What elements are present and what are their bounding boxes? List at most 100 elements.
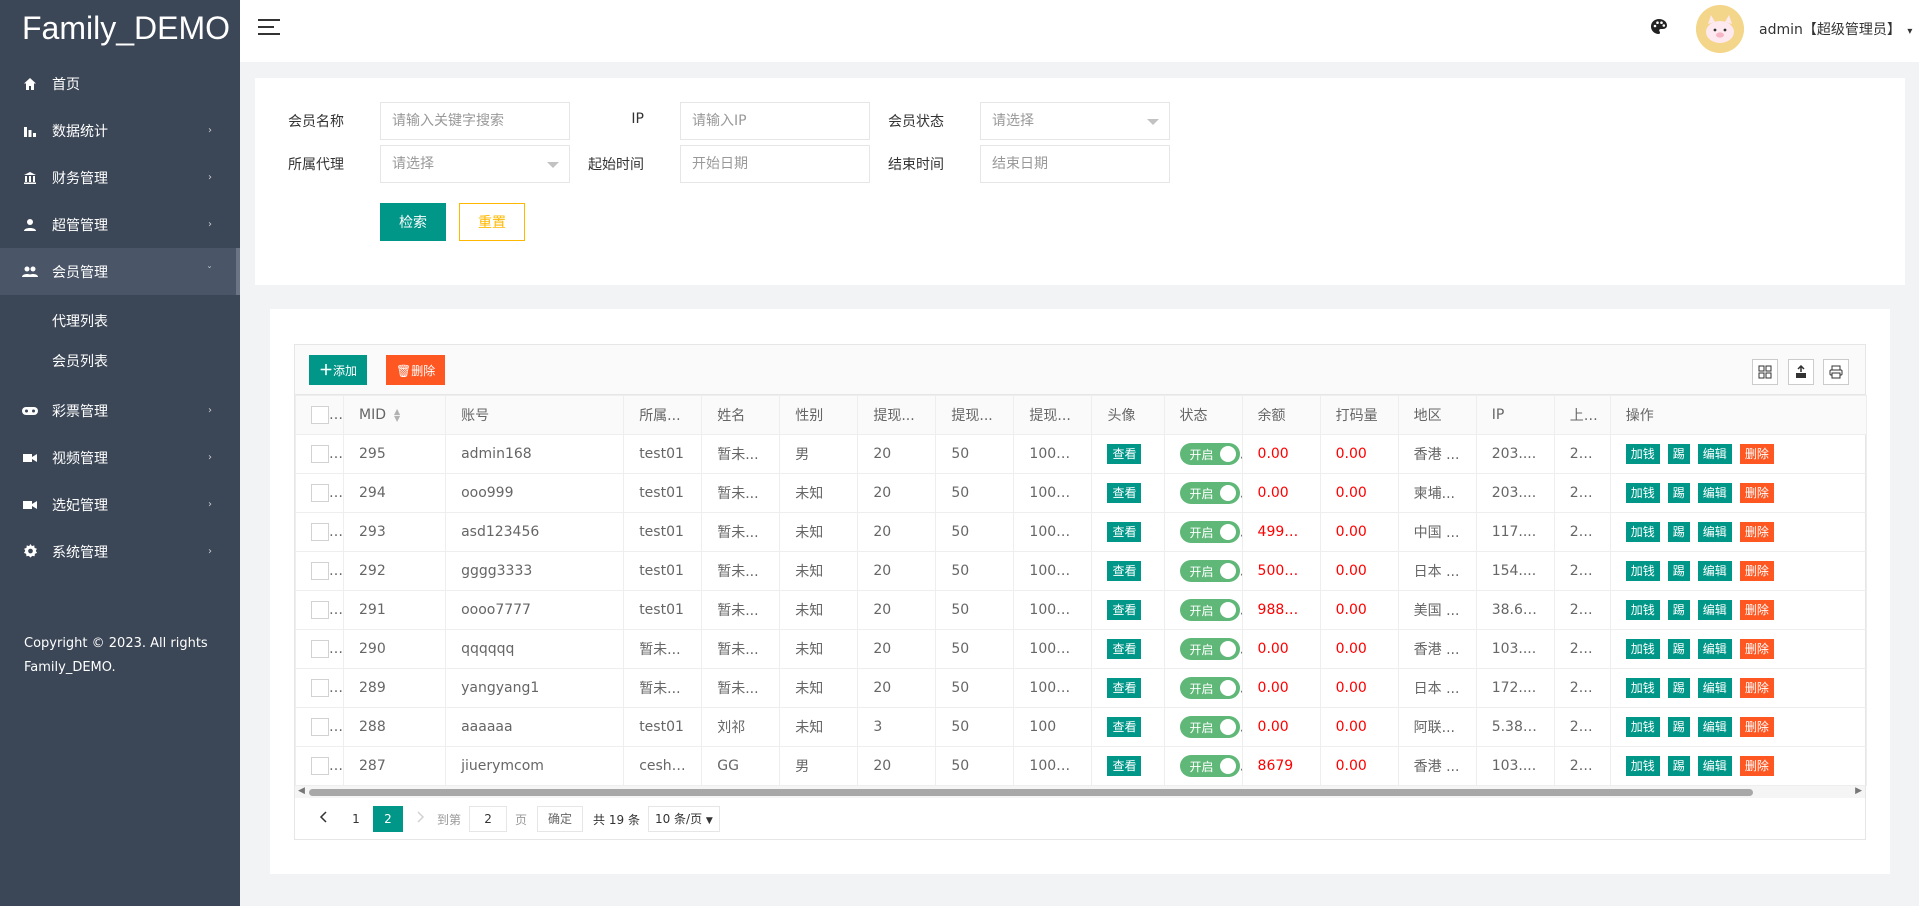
add-money-button[interactable]: 加钱 [1625, 756, 1660, 776]
kick-button[interactable]: 踢 [1667, 561, 1690, 581]
kick-button[interactable]: 踢 [1667, 483, 1690, 503]
sidebar-subitem-members[interactable]: 会员列表 [0, 341, 240, 381]
page-2[interactable]: 2 [373, 806, 403, 832]
edit-button[interactable]: 编辑 [1697, 600, 1732, 620]
row-checkbox[interactable] [311, 718, 329, 736]
edit-button[interactable]: 编辑 [1697, 522, 1732, 542]
add-money-button[interactable]: 加钱 [1625, 678, 1660, 698]
row-checkbox[interactable] [311, 445, 329, 463]
edit-button[interactable]: 编辑 [1697, 483, 1732, 503]
row-delete-button[interactable]: 删除 [1739, 483, 1774, 503]
sort-icon[interactable]: ▲ ▼ [394, 408, 400, 423]
status-toggle[interactable]: 开启 [1179, 755, 1240, 777]
status-toggle[interactable]: 开启 [1179, 716, 1240, 738]
goto-confirm-button[interactable]: 确定 [537, 806, 584, 832]
prev-page-icon[interactable] [309, 806, 339, 832]
ip-input[interactable]: 请输入IP [680, 102, 870, 140]
add-money-button[interactable]: 加钱 [1625, 522, 1660, 542]
page-size-select[interactable]: 10 条/页 ▼ [647, 806, 720, 832]
delete-button[interactable]: 🗑删除 [386, 355, 446, 385]
status-toggle[interactable]: 开启 [1179, 521, 1240, 543]
row-checkbox[interactable] [311, 523, 329, 541]
sidebar-item-stats[interactable]: 数据统计 › [0, 107, 240, 154]
sidebar-item-finance[interactable]: 财务管理 › [0, 154, 240, 201]
view-avatar-button[interactable]: 查看 [1107, 444, 1142, 464]
palette-icon[interactable] [1650, 18, 1668, 40]
scroll-right-icon[interactable]: ▶ [1855, 786, 1862, 796]
view-avatar-button[interactable]: 查看 [1107, 756, 1142, 776]
edit-button[interactable]: 编辑 [1697, 444, 1732, 464]
next-page-icon[interactable] [405, 806, 435, 832]
scrollbar-thumb[interactable] [309, 789, 1753, 796]
row-delete-button[interactable]: 删除 [1739, 600, 1774, 620]
print-icon[interactable] [1823, 359, 1849, 385]
sidebar-subitem-agents[interactable]: 代理列表 [0, 301, 240, 341]
sidebar-item-select[interactable]: 选妃管理 › [0, 481, 240, 528]
add-money-button[interactable]: 加钱 [1625, 600, 1660, 620]
add-money-button[interactable]: 加钱 [1625, 561, 1660, 581]
row-checkbox[interactable] [311, 757, 329, 775]
sidebar-item-system[interactable]: 系统管理 › [0, 528, 240, 575]
view-avatar-button[interactable]: 查看 [1107, 717, 1142, 737]
row-delete-button[interactable]: 删除 [1739, 717, 1774, 737]
goto-page-input[interactable]: 2 [469, 806, 508, 832]
end-date-input[interactable]: 结束日期 [980, 145, 1170, 183]
edit-button[interactable]: 编辑 [1697, 717, 1732, 737]
view-avatar-button[interactable]: 查看 [1107, 600, 1142, 620]
sidebar-item-admin[interactable]: 超管管理 › [0, 201, 240, 248]
start-date-input[interactable]: 开始日期 [680, 145, 870, 183]
user-menu[interactable]: admin【超级管理员】 ▾ [1759, 19, 1912, 39]
kick-button[interactable]: 踢 [1667, 444, 1690, 464]
row-delete-button[interactable]: 删除 [1739, 639, 1774, 659]
status-toggle[interactable]: 开启 [1179, 677, 1240, 699]
add-money-button[interactable]: 加钱 [1625, 483, 1660, 503]
row-checkbox[interactable] [311, 484, 329, 502]
row-delete-button[interactable]: 删除 [1739, 678, 1774, 698]
view-avatar-button[interactable]: 查看 [1107, 639, 1142, 659]
agent-select[interactable]: 请选择 [380, 145, 570, 183]
sidebar-item-members[interactable]: 会员管理 ˇ [0, 248, 240, 295]
edit-button[interactable]: 编辑 [1697, 678, 1732, 698]
avatar[interactable] [1696, 5, 1744, 53]
status-toggle[interactable]: 开启 [1179, 560, 1240, 582]
view-avatar-button[interactable]: 查看 [1107, 678, 1142, 698]
menu-toggle-icon[interactable] [258, 19, 280, 37]
status-toggle[interactable]: 开启 [1179, 482, 1240, 504]
columns-filter-icon[interactable] [1752, 359, 1778, 385]
row-delete-button[interactable]: 删除 [1739, 444, 1774, 464]
column-header[interactable]: MID ▲ ▼ [343, 395, 447, 435]
add-button[interactable]: ＋添加 [309, 355, 368, 385]
view-avatar-button[interactable]: 查看 [1107, 483, 1142, 503]
kick-button[interactable]: 踢 [1667, 756, 1690, 776]
export-icon[interactable] [1788, 359, 1814, 385]
row-delete-button[interactable]: 删除 [1739, 561, 1774, 581]
kick-button[interactable]: 踢 [1667, 600, 1690, 620]
edit-button[interactable]: 编辑 [1697, 639, 1732, 659]
status-toggle[interactable]: 开启 [1179, 599, 1240, 621]
row-checkbox[interactable] [311, 562, 329, 580]
reset-button[interactable]: 重置 [459, 203, 525, 241]
row-delete-button[interactable]: 删除 [1739, 756, 1774, 776]
select-all-checkbox[interactable] [311, 406, 329, 424]
row-checkbox[interactable] [311, 601, 329, 619]
kick-button[interactable]: 踢 [1667, 717, 1690, 737]
edit-button[interactable]: 编辑 [1697, 561, 1732, 581]
add-money-button[interactable]: 加钱 [1625, 639, 1660, 659]
row-checkbox[interactable] [311, 640, 329, 658]
scroll-left-icon[interactable]: ◀ [298, 786, 305, 796]
search-button[interactable]: 检索 [380, 203, 446, 241]
sidebar-item-lottery[interactable]: 彩票管理 › [0, 387, 240, 434]
row-checkbox[interactable] [311, 679, 329, 697]
status-toggle[interactable]: 开启 [1179, 638, 1240, 660]
view-avatar-button[interactable]: 查看 [1107, 561, 1142, 581]
edit-button[interactable]: 编辑 [1697, 756, 1732, 776]
status-select[interactable]: 请选择 [980, 102, 1170, 140]
sidebar-item-home[interactable]: 首页 [0, 60, 240, 107]
view-avatar-button[interactable]: 查看 [1107, 522, 1142, 542]
kick-button[interactable]: 踢 [1667, 639, 1690, 659]
horizontal-scrollbar[interactable]: ◀ ▶ [295, 786, 1865, 798]
add-money-button[interactable]: 加钱 [1625, 444, 1660, 464]
page-1[interactable]: 1 [341, 806, 371, 832]
kick-button[interactable]: 踢 [1667, 678, 1690, 698]
kick-button[interactable]: 踢 [1667, 522, 1690, 542]
